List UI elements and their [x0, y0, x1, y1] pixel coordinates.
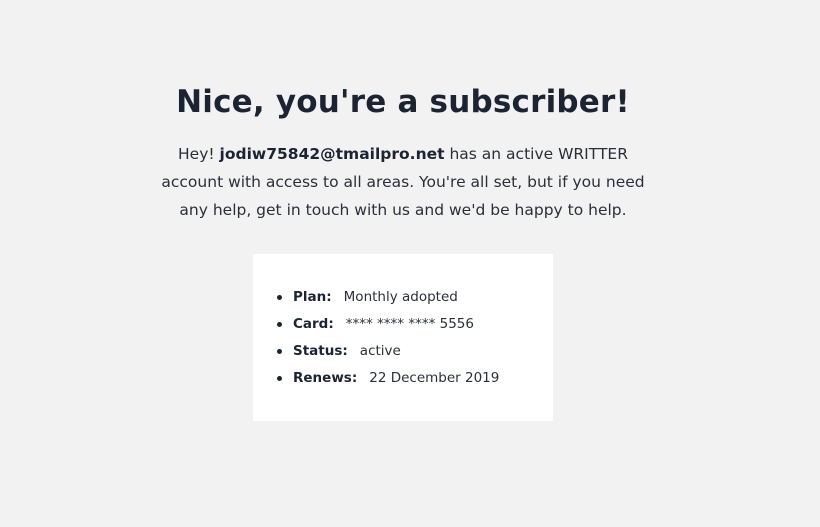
subscription-details-list: Plan: Monthly adopted Card: **** **** ****… — [277, 285, 499, 393]
subscriber-message: Hey! jodiw75842@tmailpro.net has an acti… — [150, 140, 656, 224]
detail-item-plan: Plan: Monthly adopted — [277, 285, 499, 312]
detail-label: Card: — [293, 316, 334, 332]
detail-value: Monthly adopted — [343, 289, 458, 305]
detail-value: active — [359, 343, 401, 359]
account-email: jodiw75842@tmailpro.net — [219, 145, 445, 163]
detail-label: Status: — [293, 343, 348, 359]
bullet-icon — [277, 349, 282, 354]
page-title: Nice, you're a subscriber! — [176, 84, 630, 120]
detail-value: **** **** **** 5556 — [345, 316, 474, 332]
detail-value: 22 December 2019 — [369, 370, 500, 386]
bullet-icon — [277, 322, 282, 327]
greeting-text: Hey! — [178, 145, 215, 163]
bullet-icon — [277, 376, 282, 381]
detail-label: Plan: — [293, 289, 332, 305]
detail-item-status: Status: active — [277, 339, 499, 366]
bullet-icon — [277, 295, 282, 300]
detail-item-card: Card: **** **** **** 5556 — [277, 312, 499, 339]
subscription-details-card: Plan: Monthly adopted Card: **** **** ****… — [253, 254, 553, 421]
detail-item-renews: Renews: 22 December 2019 — [277, 366, 499, 393]
subscription-page: Nice, you're a subscriber! Hey! jodiw758… — [0, 0, 820, 527]
detail-label: Renews: — [293, 370, 358, 386]
